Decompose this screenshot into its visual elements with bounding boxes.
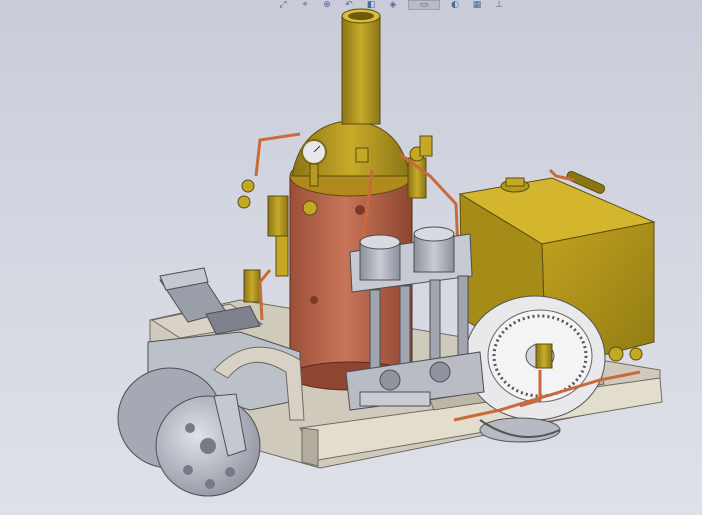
steam-roller-model[interactable]	[0, 0, 702, 515]
graphics-viewport[interactable]: ⤢ ⌖ ⊕ ↶ ◧ ◈ ▭ ◐ ▦ ⊥	[0, 0, 702, 515]
chimney[interactable]	[341, 8, 381, 125]
